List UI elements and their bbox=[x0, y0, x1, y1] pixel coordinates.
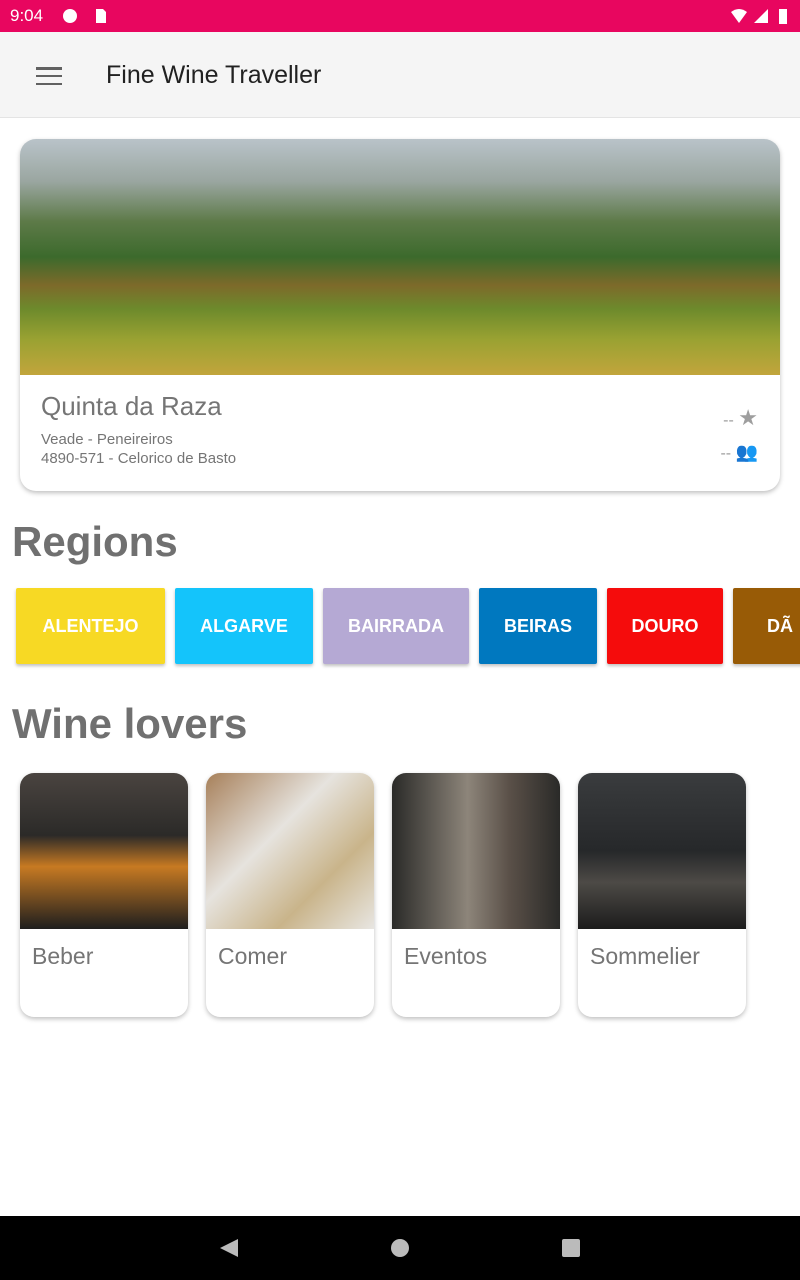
star-icon: ★ bbox=[738, 405, 758, 430]
winery-name: Quinta da Raza bbox=[41, 391, 222, 421]
wine-lovers-list: Beber Comer Eventos Sommelier bbox=[20, 773, 746, 1017]
event-photo bbox=[392, 773, 560, 929]
back-icon[interactable] bbox=[219, 1238, 239, 1258]
sd-card-icon bbox=[96, 9, 106, 23]
visitors-value: -- bbox=[720, 445, 732, 462]
regions-heading: Regions bbox=[12, 518, 178, 565]
rating-value: -- bbox=[723, 412, 734, 429]
region-bairrada[interactable]: BAIRRADA bbox=[323, 588, 469, 664]
battery-icon bbox=[779, 9, 787, 24]
wifi-icon bbox=[731, 9, 747, 23]
featured-winery-card[interactable]: Quinta da Raza Veade - Peneireiros 4890-… bbox=[20, 139, 780, 491]
card-label: Comer bbox=[218, 943, 288, 969]
card-beber[interactable]: Beber bbox=[20, 773, 188, 1017]
region-algarve[interactable]: ALGARVE bbox=[175, 588, 313, 664]
app-title: Fine Wine Traveller bbox=[106, 61, 322, 89]
status-bar: 9:04 bbox=[0, 0, 800, 32]
hamburger-icon[interactable] bbox=[36, 67, 62, 85]
address-line-2: 4890-571 - Celorico de Basto bbox=[41, 450, 237, 467]
drinks-photo bbox=[20, 773, 188, 929]
address-line-1: Veade - Peneireiros bbox=[41, 431, 173, 448]
regions-list: ALENTEJO ALGARVE BAIRRADA BEIRAS DOURO D… bbox=[16, 588, 800, 664]
card-eventos[interactable]: Eventos bbox=[392, 773, 560, 1017]
card-comer[interactable]: Comer bbox=[206, 773, 374, 1017]
card-label: Sommelier bbox=[590, 943, 700, 969]
region-alentejo[interactable]: ALENTEJO bbox=[16, 588, 165, 664]
app-notification-icon bbox=[63, 9, 77, 23]
winery-photo bbox=[20, 139, 780, 375]
app-bar: Fine Wine Traveller bbox=[0, 32, 800, 118]
navigation-bar bbox=[0, 1216, 800, 1280]
region-douro[interactable]: DOURO bbox=[607, 588, 723, 664]
card-label: Eventos bbox=[404, 943, 488, 969]
card-label: Beber bbox=[32, 943, 94, 969]
wine-lovers-heading: Wine lovers bbox=[12, 700, 248, 747]
people-icon: 👥 bbox=[735, 442, 758, 462]
region-dao[interactable]: DÃ bbox=[733, 588, 800, 664]
signal-icon bbox=[754, 9, 768, 23]
home-icon[interactable] bbox=[390, 1238, 410, 1258]
food-photo bbox=[206, 773, 374, 929]
clock: 9:04 bbox=[10, 6, 44, 25]
region-beiras[interactable]: BEIRAS bbox=[479, 588, 597, 664]
recents-icon[interactable] bbox=[561, 1238, 581, 1258]
sommelier-photo bbox=[578, 773, 746, 929]
card-sommelier[interactable]: Sommelier bbox=[578, 773, 746, 1017]
